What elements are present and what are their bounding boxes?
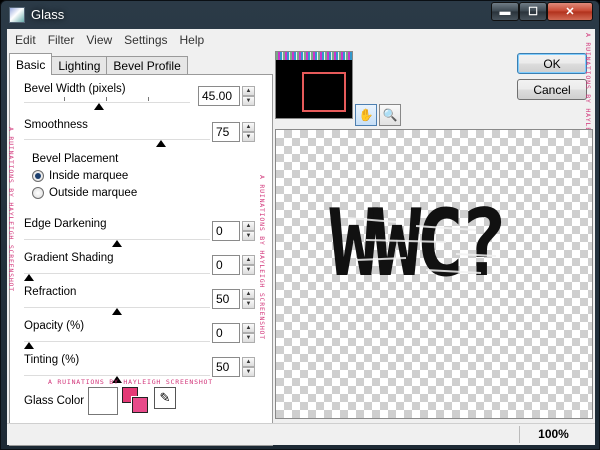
refraction-slider-thumb[interactable]: [112, 308, 122, 315]
background-color-swatch[interactable]: [131, 396, 149, 414]
gradient-shading-slider-thumb[interactable]: [24, 274, 34, 281]
edge-darkening-slider-thumb[interactable]: [112, 240, 122, 247]
zoom-magnifier-icon[interactable]: 🔍: [379, 104, 401, 126]
inside-marquee-option[interactable]: Inside marquee: [32, 170, 128, 182]
pan-hand-icon[interactable]: ✋: [355, 104, 377, 126]
spin-up-icon[interactable]: ▲: [242, 289, 255, 299]
preview-canvas[interactable]: WWC?: [275, 129, 593, 419]
zoom-level: 100%: [519, 426, 587, 443]
watermark-horizontal: A RUINATIONS BY HAYLEIGH SCREENSHOT: [48, 378, 213, 386]
spin-down-icon[interactable]: ▼: [242, 333, 255, 343]
menu-view[interactable]: View: [80, 33, 118, 47]
edge-darkening-spinner[interactable]: ▲ ▼: [242, 221, 255, 241]
spin-up-icon[interactable]: ▲: [242, 86, 255, 96]
opacity-track: [24, 341, 210, 342]
spin-up-icon[interactable]: ▲: [242, 221, 255, 231]
bevel-placement-label: Bevel Placement: [32, 153, 119, 165]
refraction-spinner[interactable]: ▲ ▼: [242, 289, 255, 309]
maximize-button[interactable]: ☐: [519, 2, 547, 21]
smoothness-slider-thumb[interactable]: [156, 140, 166, 147]
watermark-vertical-left: A RUINATIONS BY HAYLEIGH SCREENSHOT: [7, 127, 15, 292]
gradient-shading-label: Gradient Shading: [24, 252, 114, 264]
spin-down-icon[interactable]: ▼: [242, 367, 255, 377]
dialog-client-area: Edit Filter View Settings Help Basic Lig…: [7, 29, 595, 446]
opacity-slider-thumb[interactable]: [24, 342, 34, 349]
minimize-button[interactable]: ▬: [491, 2, 519, 21]
basic-settings-panel: Bevel Width (pixels) 45.00 ▲ ▼ Smoothness…: [9, 74, 273, 446]
menu-help[interactable]: Help: [174, 33, 211, 47]
navigator-thumbnail[interactable]: [275, 51, 353, 119]
smoothness-label: Smoothness: [24, 119, 88, 131]
status-bar: 100%: [7, 423, 595, 445]
bevel-width-label: Bevel Width (pixels): [24, 83, 126, 95]
navigator-view-rectangle[interactable]: [302, 72, 346, 112]
menu-settings[interactable]: Settings: [118, 33, 173, 47]
outside-marquee-option[interactable]: Outside marquee: [32, 187, 137, 199]
spin-down-icon[interactable]: ▼: [242, 231, 255, 241]
eyedropper-icon[interactable]: ✎: [154, 387, 176, 409]
cancel-button[interactable]: Cancel: [517, 79, 587, 100]
menu-bar: Edit Filter View Settings Help: [7, 29, 595, 51]
gradient-shading-track: [24, 273, 210, 274]
edge-darkening-label: Edge Darkening: [24, 218, 107, 230]
spin-up-icon[interactable]: ▲: [242, 323, 255, 333]
opacity-spinner[interactable]: ▲ ▼: [242, 323, 255, 343]
smoothness-spinner[interactable]: ▲ ▼: [242, 122, 255, 142]
spin-up-icon[interactable]: ▲: [242, 255, 255, 265]
opacity-input[interactable]: 0: [212, 323, 240, 343]
spin-down-icon[interactable]: ▼: [242, 132, 255, 142]
spin-up-icon[interactable]: ▲: [242, 122, 255, 132]
glass-dialog-window: Glass ▬ ☐ ✕ Edit Filter View Settings He…: [0, 0, 600, 450]
gradient-shading-input[interactable]: 0: [212, 255, 240, 275]
edge-darkening-input[interactable]: 0: [212, 221, 240, 241]
navigator-strip: [276, 52, 352, 60]
tab-lighting[interactable]: Lighting: [51, 56, 108, 75]
inside-marquee-label: Inside marquee: [49, 170, 129, 182]
opacity-label: Opacity (%): [24, 320, 85, 332]
menu-filter[interactable]: Filter: [42, 33, 81, 47]
bevel-width-track: [24, 102, 190, 103]
settings-tabs: Basic Lighting Bevel Profile: [9, 53, 188, 75]
radio-selected-icon[interactable]: [32, 170, 44, 182]
menu-edit[interactable]: Edit: [9, 33, 42, 47]
window-title: Glass: [31, 7, 65, 22]
glass-color-swatch[interactable]: [88, 387, 118, 415]
ok-button[interactable]: OK: [517, 53, 587, 74]
spin-down-icon[interactable]: ▼: [242, 265, 255, 275]
tab-basic[interactable]: Basic: [9, 53, 53, 75]
outside-marquee-label: Outside marquee: [49, 187, 138, 199]
preview-image: WWC?: [329, 190, 507, 297]
tinting-label: Tinting (%): [24, 354, 80, 366]
tab-bevel-profile[interactable]: Bevel Profile: [106, 56, 188, 75]
refraction-label: Refraction: [24, 286, 77, 298]
radio-unselected-icon[interactable]: [32, 187, 44, 199]
spin-down-icon[interactable]: ▼: [242, 96, 255, 106]
glass-color-label: Glass Color: [24, 395, 85, 407]
tinting-input[interactable]: 50: [212, 357, 240, 377]
glass-app-icon: [9, 7, 25, 23]
spin-down-icon[interactable]: ▼: [242, 299, 255, 309]
bevel-width-spinner[interactable]: ▲ ▼: [242, 86, 255, 106]
preview-text-art: WWC?: [329, 190, 502, 297]
bevel-width-input[interactable]: 45.00: [198, 86, 240, 106]
spin-up-icon[interactable]: ▲: [242, 357, 255, 367]
watermark-vertical-middle: A RUINATIONS BY HAYLEIGH SCREENSHOT: [258, 175, 266, 340]
close-button[interactable]: ✕: [547, 2, 593, 21]
bevel-width-ticks: [24, 97, 190, 101]
gradient-shading-spinner[interactable]: ▲ ▼: [242, 255, 255, 275]
title-bar[interactable]: Glass ▬ ☐ ✕: [1, 1, 599, 29]
bevel-width-slider-thumb[interactable]: [94, 103, 104, 110]
tinting-spinner[interactable]: ▲ ▼: [242, 357, 255, 377]
smoothness-input[interactable]: 75: [212, 122, 240, 142]
refraction-input[interactable]: 50: [212, 289, 240, 309]
smoothness-track: [24, 139, 210, 140]
